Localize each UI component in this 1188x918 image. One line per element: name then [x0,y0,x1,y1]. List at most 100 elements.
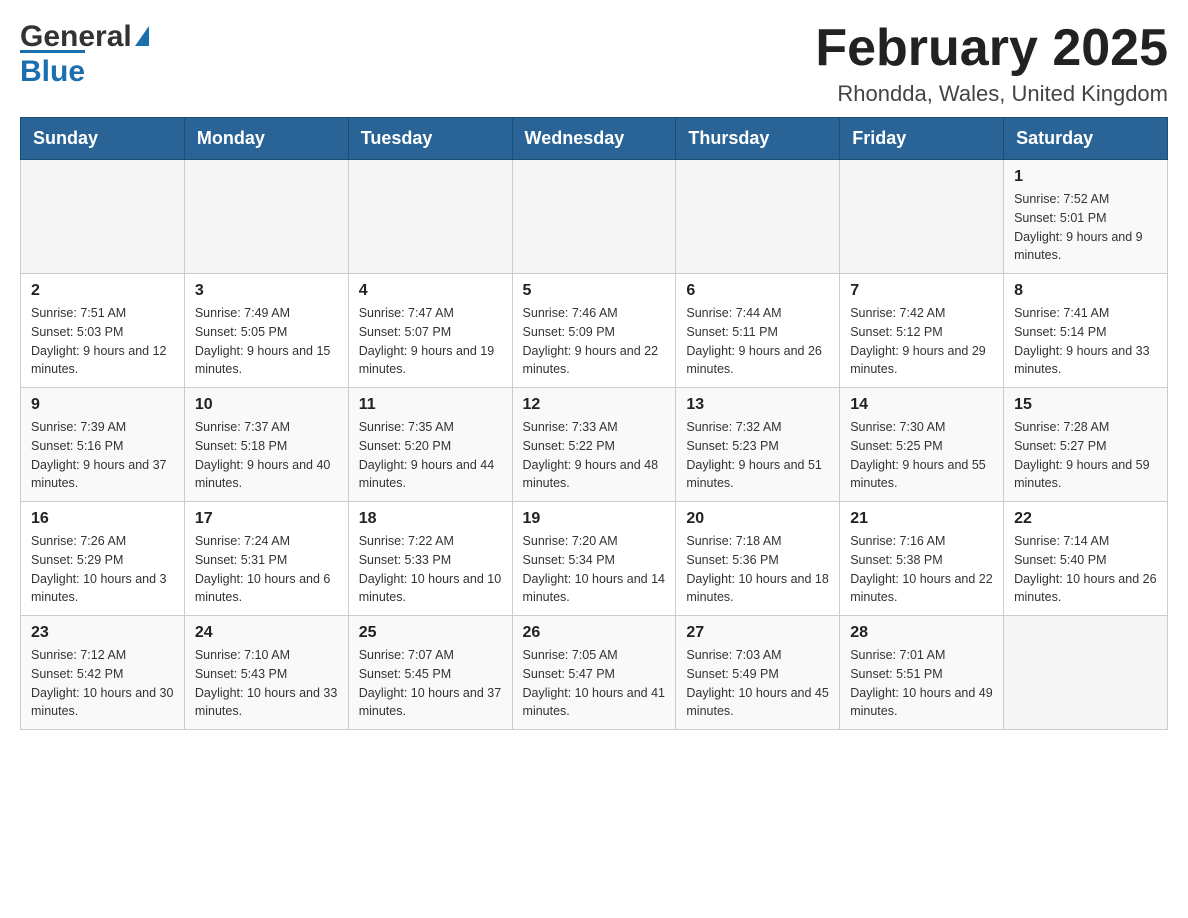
sunset-text: Sunset: 5:31 PM [195,553,287,567]
logo-general-text: General [20,20,132,54]
calendar-cell: 6Sunrise: 7:44 AMSunset: 5:11 PMDaylight… [676,274,840,388]
weekday-header-wednesday: Wednesday [512,118,676,160]
calendar-cell: 3Sunrise: 7:49 AMSunset: 5:05 PMDaylight… [184,274,348,388]
sunset-text: Sunset: 5:34 PM [523,553,615,567]
daylight-text: Daylight: 10 hours and 3 minutes. [31,572,167,605]
calendar-title: February 2025 [815,20,1168,77]
day-number: 6 [686,282,829,300]
sunrise-text: Sunrise: 7:28 AM [1014,420,1109,434]
sunset-text: Sunset: 5:22 PM [523,439,615,453]
daylight-text: Daylight: 9 hours and 15 minutes. [195,344,331,377]
daylight-text: Daylight: 10 hours and 26 minutes. [1014,572,1156,605]
sunrise-text: Sunrise: 7:35 AM [359,420,454,434]
day-number: 27 [686,624,829,642]
sunset-text: Sunset: 5:38 PM [850,553,942,567]
daylight-text: Daylight: 9 hours and 40 minutes. [195,458,331,491]
weekday-header-tuesday: Tuesday [348,118,512,160]
sunrise-text: Sunrise: 7:05 AM [523,648,618,662]
calendar-cell: 15Sunrise: 7:28 AMSunset: 5:27 PMDayligh… [1004,388,1168,502]
calendar-cell [512,160,676,274]
sunset-text: Sunset: 5:11 PM [686,325,778,339]
day-info: Sunrise: 7:14 AMSunset: 5:40 PMDaylight:… [1014,532,1157,607]
day-number: 12 [523,396,666,414]
calendar-cell [21,160,185,274]
day-number: 4 [359,282,502,300]
logo-triangle-icon [135,26,149,46]
page-header: General Blue February 2025 Rhondda, Wale… [20,20,1168,107]
sunset-text: Sunset: 5:43 PM [195,667,287,681]
day-number: 13 [686,396,829,414]
day-info: Sunrise: 7:16 AM Sunset: 5:38 PM Daylight:… [850,532,993,607]
weekday-header-sunday: Sunday [21,118,185,160]
sunset-text: Sunset: 5:12 PM [850,325,942,339]
daylight-text: Daylight: 10 hours and 10 minutes. [359,572,501,605]
sunrise-text: Sunrise: 7:18 AM [686,534,781,548]
daylight-text: Daylight: 10 hours and 41 minutes. [523,686,665,719]
day-info: Sunrise: 7:47 AMSunset: 5:07 PMDaylight:… [359,304,502,379]
sunset-text: Sunset: 5:18 PM [195,439,287,453]
sunset-text: Sunset: 5:27 PM [1014,439,1106,453]
day-number: 10 [195,396,338,414]
day-info: Sunrise: 7:51 AMSunset: 5:03 PMDaylight:… [31,304,174,379]
daylight-text: Daylight: 9 hours and 33 minutes. [1014,344,1150,377]
calendar-cell: 17Sunrise: 7:24 AMSunset: 5:31 PMDayligh… [184,502,348,616]
calendar-cell: 21Sunrise: 7:16 AMSunset: 5:38 PMDayligh… [840,502,1004,616]
daylight-text: Daylight: 9 hours and 55 minutes. [850,458,986,491]
logo-blue-text: Blue [20,50,85,89]
calendar-week-row: 16Sunrise: 7:26 AMSunset: 5:29 PMDayligh… [21,502,1168,616]
calendar-cell [676,160,840,274]
daylight-text: Daylight: 9 hours and 44 minutes. [359,458,495,491]
sunrise-text: Sunrise: 7:14 AM [1014,534,1109,548]
day-number: 9 [31,396,174,414]
sunrise-text: Sunrise: 7:47 AM [359,306,454,320]
calendar-cell: 1 Sunrise: 7:52 AMSunset: 5:01 PMDaylight… [1004,160,1168,274]
day-info: Sunrise: 7:52 AMSunset: 5:01 PMDaylight:… [1014,190,1157,265]
day-number: 2 [31,282,174,300]
day-info: Sunrise: 7:41 AMSunset: 5:14 PMDaylight:… [1014,304,1157,379]
sunset-text: Sunset: 5:07 PM [359,325,451,339]
calendar-week-row: 9 Sunrise: 7:39 AMSunset: 5:16 PMDaylight… [21,388,1168,502]
calendar-week-row: 2 Sunrise: 7:51 AMSunset: 5:03 PMDaylight… [21,274,1168,388]
sunset-text: Sunset: 5:20 PM [359,439,451,453]
day-info: Sunrise: 7:39 AMSunset: 5:16 PMDaylight:… [31,418,174,493]
day-info: Sunrise: 7:26 AMSunset: 5:29 PMDaylight:… [31,532,174,607]
weekday-header-monday: Monday [184,118,348,160]
calendar-week-row: 1 Sunrise: 7:52 AMSunset: 5:01 PMDaylight… [21,160,1168,274]
sunrise-text: Sunrise: 7:16 AM [850,534,945,548]
calendar-cell: 16Sunrise: 7:26 AMSunset: 5:29 PMDayligh… [21,502,185,616]
calendar-cell: 5Sunrise: 7:46 AMSunset: 5:09 PMDaylight… [512,274,676,388]
day-info: Sunrise: 7:24 AMSunset: 5:31 PMDaylight:… [195,532,338,607]
calendar-cell [184,160,348,274]
day-number: 19 [523,510,666,528]
sunset-text: Sunset: 5:23 PM [686,439,778,453]
daylight-text: Daylight: 10 hours and 22 minutes. [850,572,992,605]
daylight-text: Daylight: 9 hours and 48 minutes. [523,458,659,491]
day-number: 1 [1014,168,1157,186]
day-info: Sunrise: 7:10 AMSunset: 5:43 PMDaylight:… [195,646,338,721]
daylight-text: Daylight: 10 hours and 18 minutes. [686,572,828,605]
daylight-text: Daylight: 10 hours and 33 minutes. [195,686,337,719]
calendar-cell: 2 Sunrise: 7:51 AMSunset: 5:03 PMDaylight… [21,274,185,388]
daylight-text: Daylight: 9 hours and 12 minutes. [31,344,167,377]
sunrise-text: Sunrise: 7:07 AM [359,648,454,662]
day-number: 18 [359,510,502,528]
weekday-header-row: SundayMondayTuesdayWednesdayThursdayFrid… [21,118,1168,160]
sunset-text: Sunset: 5:42 PM [31,667,123,681]
calendar-cell: 23Sunrise: 7:12 AMSunset: 5:42 PMDayligh… [21,616,185,730]
sunrise-text: Sunrise: 7:37 AM [195,420,290,434]
calendar-table: SundayMondayTuesdayWednesdayThursdayFrid… [20,117,1168,730]
sunrise-text: Sunrise: 7:33 AM [523,420,618,434]
sunrise-text: Sunrise: 7:52 AM [1014,192,1109,206]
day-number: 25 [359,624,502,642]
sunset-text: Sunset: 5:51 PM [850,667,942,681]
sunrise-text: Sunrise: 7:46 AM [523,306,618,320]
day-info: Sunrise: 7:20 AMSunset: 5:34 PMDaylight:… [523,532,666,607]
day-number: 23 [31,624,174,642]
calendar-cell: 12 Sunrise: 7:33 AM Sunset: 5:22 PM Dayligh… [512,388,676,502]
daylight-text: Daylight: 9 hours and 9 minutes. [1014,230,1143,263]
day-info: Sunrise: 7:37 AM Sunset: 5:18 PM Daylight:… [195,418,338,493]
calendar-cell: 25Sunrise: 7:07 AMSunset: 5:45 PMDayligh… [348,616,512,730]
sunset-text: Sunset: 5:33 PM [359,553,451,567]
daylight-text: Daylight: 10 hours and 45 minutes. [686,686,828,719]
sunrise-text: Sunrise: 7:01 AM [850,648,945,662]
